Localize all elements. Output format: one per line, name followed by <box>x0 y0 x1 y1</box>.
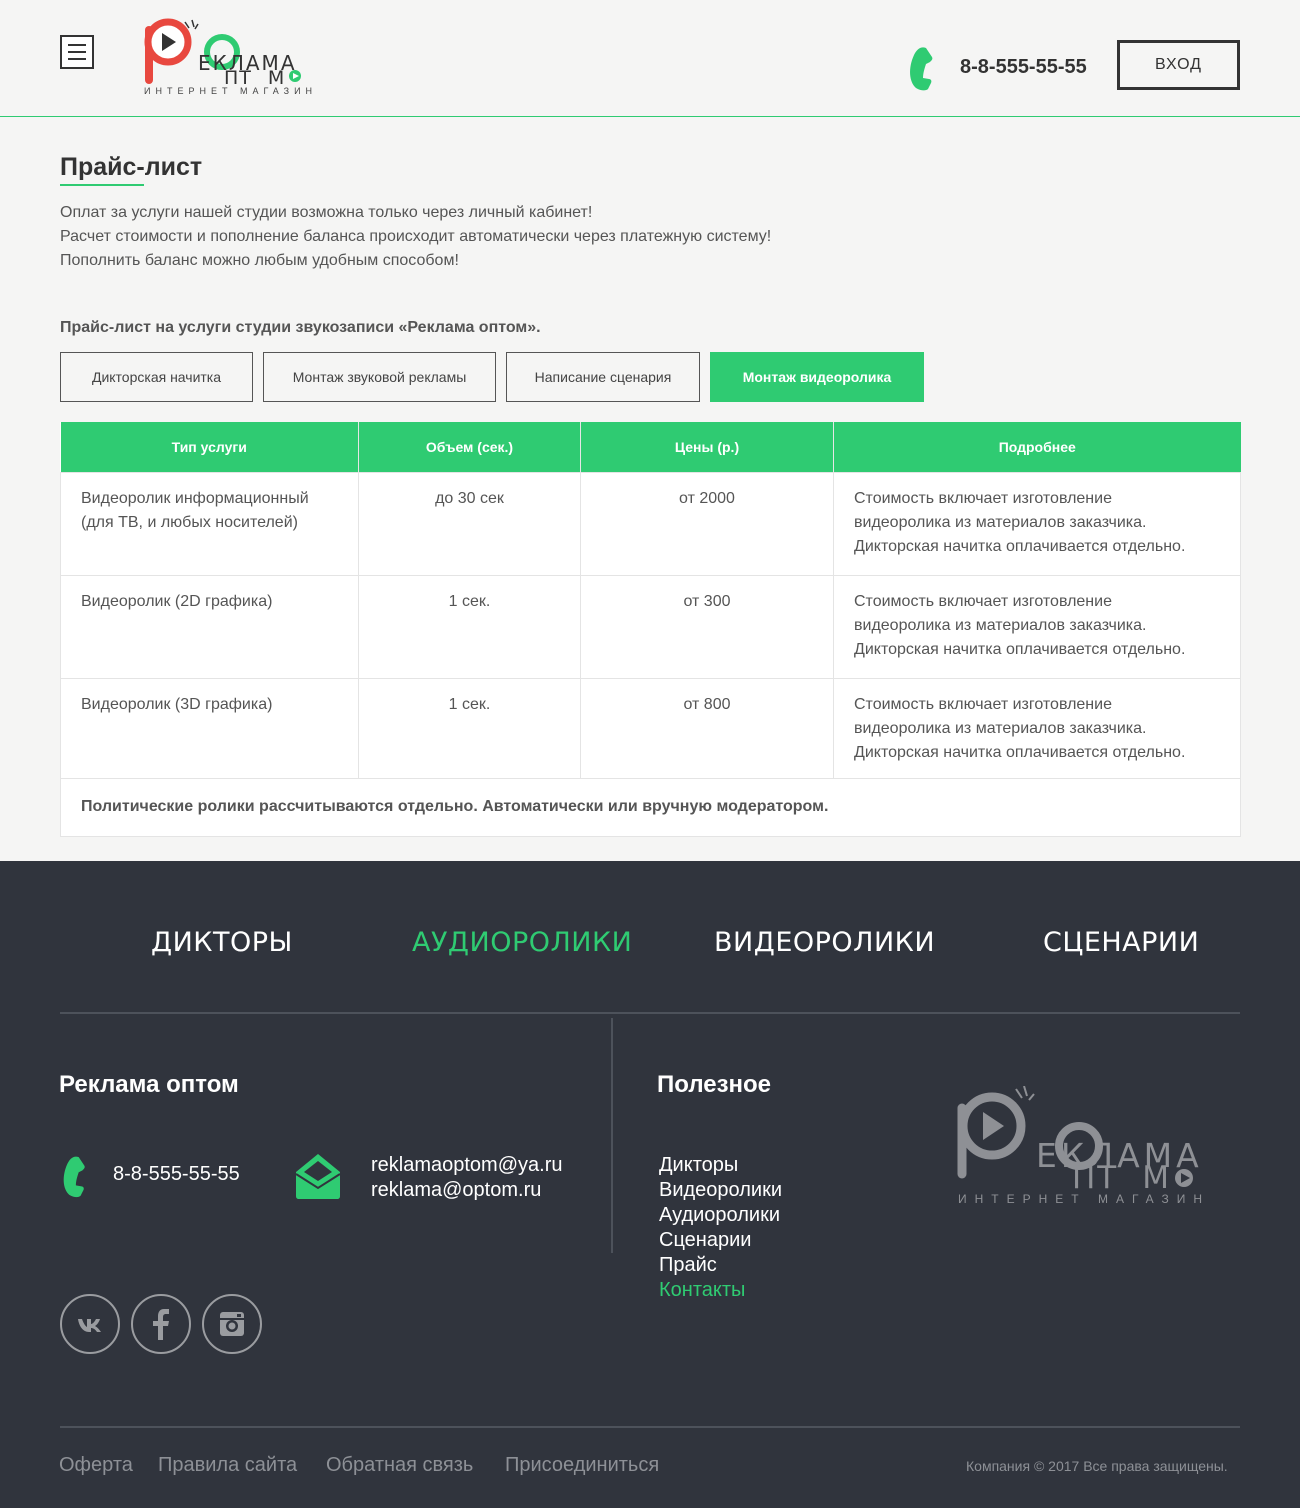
footer-vertical-divider <box>611 1018 613 1253</box>
column-header: Подробнее <box>833 422 1241 473</box>
service-type-cell: Видеоролик (2D графика) <box>60 575 359 679</box>
logo-tagline: ИНТЕРНЕТ МАГАЗИН <box>958 1192 1211 1206</box>
details-cell: Стоимость включает изготовление видеорол… <box>833 472 1241 576</box>
footer-phone-number[interactable]: 8-8-555-55-55 <box>113 1163 240 1186</box>
offer-link[interactable]: Оферта <box>59 1454 133 1477</box>
instagram-icon[interactable] <box>202 1294 262 1354</box>
intro-text: Оплат за услуги нашей студии возможна то… <box>60 201 771 273</box>
vk-icon[interactable] <box>60 1294 120 1354</box>
cell-line: Стоимость включает изготовление <box>854 593 1112 610</box>
envelope-icon <box>295 1154 341 1199</box>
price-cell: от 2000 <box>580 472 834 576</box>
login-button[interactable]: ВХОД <box>1117 40 1240 90</box>
price-cell: от 300 <box>580 575 834 679</box>
cell-line: Стоимость включает изготовление <box>854 696 1112 713</box>
footer-nav-audio[interactable]: АУДИОРОЛИКИ <box>412 927 632 958</box>
intro-line: Оплат за услуги нашей студии возможна то… <box>60 204 593 221</box>
table-row: Видеоролик (2D графика) 1 сек. от 300 Ст… <box>60 575 1241 679</box>
footer-nav-speakers[interactable]: ДИКТОРЫ <box>151 927 293 958</box>
header-phone-number[interactable]: 8-8-555-55-55 <box>960 56 1087 79</box>
join-link[interactable]: Присоединиться <box>505 1454 659 1477</box>
feedback-link[interactable]: Обратная связь <box>326 1454 473 1477</box>
table-header-row: Тип услуги Объем (сек.) Цены (р.) Подроб… <box>60 422 1241 473</box>
useful-link-contacts[interactable]: Контакты <box>659 1278 782 1303</box>
logo-tagline: ИНТЕРНЕТ МАГАЗИН <box>144 86 318 96</box>
price-table: Тип услуги Объем (сек.) Цены (р.) Подроб… <box>60 422 1241 837</box>
cell-line: (для ТВ, и любых носителей) <box>81 514 298 531</box>
phone-icon <box>910 47 933 91</box>
footer-bottom-divider <box>60 1426 1240 1428</box>
service-type-cell: Видеоролик (3D графика) <box>60 678 359 779</box>
site-rules-link[interactable]: Правила сайта <box>158 1454 297 1477</box>
footer-company-title: Реклама оптом <box>59 1071 239 1098</box>
details-cell: Стоимость включает изготовление видеорол… <box>833 575 1241 679</box>
footer-nav-video[interactable]: ВИДЕОРОЛИКИ <box>714 927 935 958</box>
useful-link-audio[interactable]: Аудиоролики <box>659 1203 782 1228</box>
cell-line: видеоролика из материалов заказчика. <box>854 617 1147 634</box>
email-link[interactable]: reklamaoptom@ya.ru <box>371 1153 562 1178</box>
cell-line: Дикторская начитка оплачивается отдельно… <box>854 538 1186 555</box>
tab-scriptwriting[interactable]: Написание сценария <box>506 352 700 402</box>
site-header: ЕКЛАМА ПТ М ИНТЕРНЕТ МАГАЗИН 8-8-555-55-5… <box>0 0 1300 117</box>
site-logo[interactable]: ЕКЛАМА ПТ М ИНТЕРНЕТ МАГАЗИН <box>140 18 330 100</box>
useful-link-speakers[interactable]: Дикторы <box>659 1153 782 1178</box>
volume-cell: до 30 сек <box>358 472 581 576</box>
cell-line: Стоимость включает изготовление <box>854 490 1112 507</box>
cell-line: Видеоролик информационный <box>81 490 309 507</box>
details-cell: Стоимость включает изготовление видеорол… <box>833 678 1241 779</box>
title-underline <box>60 184 144 186</box>
footer-emails: reklamaoptom@ya.ru reklama@optom.ru <box>371 1153 562 1203</box>
cell-line: Дикторская начитка оплачивается отдельно… <box>854 744 1186 761</box>
price-list-subtitle: Прайс-лист на услуги студии звукозаписи … <box>60 319 541 336</box>
intro-line: Расчет стоимости и пополнение баланса пр… <box>60 228 772 245</box>
site-footer: ДИКТОРЫ АУДИОРОЛИКИ ВИДЕОРОЛИКИ СЦЕНАРИИ… <box>0 861 1300 1508</box>
footer-useful-title: Полезное <box>657 1071 772 1098</box>
email-link[interactable]: reklama@optom.ru <box>371 1178 562 1203</box>
tab-video-editing[interactable]: Монтаж видеоролика <box>710 352 924 402</box>
hamburger-icon[interactable] <box>60 35 94 69</box>
phone-icon <box>63 1156 85 1198</box>
price-cell: от 800 <box>580 678 834 779</box>
footer-divider <box>60 1012 1240 1014</box>
column-header: Тип услуги <box>60 422 359 473</box>
table-row: Видеоролик (3D графика) 1 сек. от 800 Ст… <box>60 678 1241 779</box>
copyright: Компания © 2017 Все права защищены. <box>966 1458 1228 1474</box>
tab-voiceover[interactable]: Дикторская начитка <box>60 352 253 402</box>
logo-text-line2: ПТ М <box>1072 1160 1171 1196</box>
useful-link-scripts[interactable]: Сценарии <box>659 1228 782 1253</box>
table-row: Видеоролик информационный (для ТВ, и люб… <box>60 472 1241 576</box>
cell-line: видеоролика из материалов заказчика. <box>854 720 1147 737</box>
column-header: Объем (сек.) <box>358 422 581 473</box>
page-title: Прайс-лист <box>60 153 203 181</box>
volume-cell: 1 сек. <box>358 678 581 779</box>
footer-logo[interactable]: ЕКЛАМА ПТ М ИНТЕРНЕТ МАГАЗИН <box>952 1086 1222 1216</box>
table-note: Политические ролики рассчитываются отдел… <box>60 778 1241 837</box>
volume-cell: 1 сек. <box>358 575 581 679</box>
useful-link-price[interactable]: Прайс <box>659 1253 782 1278</box>
cell-line: Дикторская начитка оплачивается отдельно… <box>854 641 1186 658</box>
service-type-cell: Видеоролик информационный (для ТВ, и люб… <box>60 472 359 576</box>
useful-link-video[interactable]: Видеоролики <box>659 1178 782 1203</box>
column-header: Цены (р.) <box>580 422 834 473</box>
footer-nav-scripts[interactable]: СЦЕНАРИИ <box>1043 927 1199 958</box>
table-note-row: Политические ролики рассчитываются отдел… <box>60 778 1241 837</box>
facebook-icon[interactable] <box>131 1294 191 1354</box>
intro-line: Пополнить баланс можно любым удобным спо… <box>60 252 459 269</box>
tab-audio-ad-editing[interactable]: Монтаж звуковой рекламы <box>263 352 496 402</box>
cell-line: видеоролика из материалов заказчика. <box>854 514 1147 531</box>
footer-useful-links: Дикторы Видеоролики Аудиоролики Сценарии… <box>659 1153 782 1303</box>
